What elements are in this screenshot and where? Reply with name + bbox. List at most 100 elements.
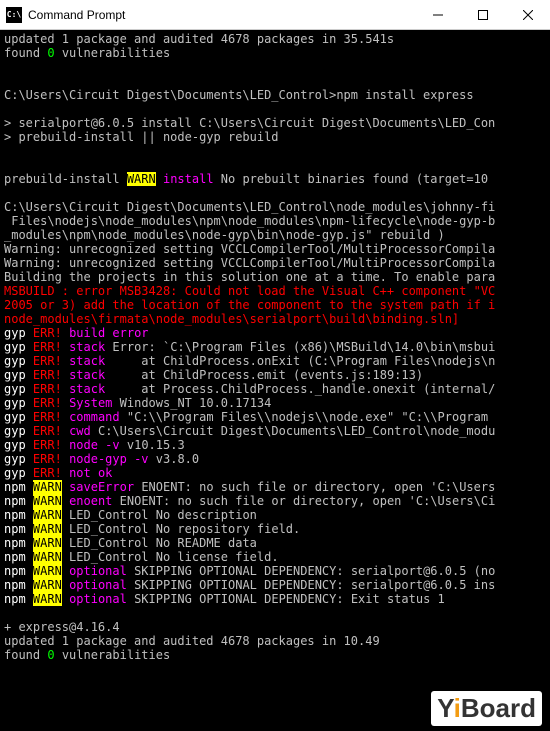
terminal-line: gyp ERR! stack at ChildProcess.emit (eve… [4,368,546,382]
terminal-segment [62,592,69,606]
terminal-segment [26,466,33,480]
terminal-line: 2005 or 3) add the location of the compo… [4,298,546,312]
terminal-segment: stack [69,354,105,368]
terminal-segment: gyp [4,354,26,368]
terminal-segment: ERR! [33,340,62,354]
terminal-line: npm WARN optional SKIPPING OPTIONAL DEPE… [4,578,546,592]
terminal-segment [62,424,69,438]
terminal-segment [4,186,11,200]
terminal-segment: ERR! [33,354,62,368]
terminal-segment: npm [4,592,26,606]
minimize-button[interactable] [415,0,460,29]
terminal-segment [26,396,33,410]
terminal-line: Warning: unrecognized setting VCCLCompil… [4,256,546,270]
close-button[interactable] [505,0,550,29]
terminal-segment: WARN [33,564,62,578]
terminal-segment: vulnerabilities [55,648,171,662]
terminal-line: npm WARN LED_Control No repository field… [4,522,546,536]
maximize-button[interactable] [460,0,505,29]
terminal-segment: updated 1 package and audited 4678 packa… [4,32,394,46]
window-title: Command Prompt [28,8,415,22]
terminal-segment [26,354,33,368]
terminal-segment: npm [4,494,26,508]
terminal-segment: node_modules\firmata\node_modules\serial… [4,312,459,326]
terminal-segment: optional [69,564,127,578]
terminal-segment: npm [4,550,26,564]
terminal-segment: vulnerabilities [55,46,171,60]
terminal-segment: > serialport@6.0.5 install C:\Users\Circ… [4,116,495,130]
terminal-segment: Warning: unrecognized setting VCCLCompil… [4,242,495,256]
terminal-segment: Warning: unrecognized setting VCCLCompil… [4,256,495,270]
terminal-segment: No prebuilt binaries found (target=10 [214,172,489,186]
terminal-segment: 0 [47,648,54,662]
terminal-output[interactable]: updated 1 package and audited 4678 packa… [0,30,550,664]
terminal-segment [26,480,33,494]
terminal-line: _modules\npm\node_modules\node-gyp\bin\n… [4,228,546,242]
terminal-segment: ERR! [33,368,62,382]
terminal-segment: + express@4.16.4 [4,620,120,634]
terminal-segment: at ChildProcess.onExit (C:\Program Files… [105,354,495,368]
terminal-segment [26,438,33,452]
terminal-line: npm WARN optional SKIPPING OPTIONAL DEPE… [4,564,546,578]
terminal-line: gyp ERR! node -v v10.15.3 [4,438,546,452]
terminal-segment: npm [4,536,26,550]
terminal-segment: Building the projects in this solution o… [4,270,495,284]
terminal-line: > serialport@6.0.5 install C:\Users\Circ… [4,116,546,130]
terminal-segment [62,410,69,424]
terminal-segment [26,368,33,382]
terminal-segment: LED_Control No description [62,508,257,522]
cmd-icon: C:\ [6,7,22,23]
terminal-line: gyp ERR! node-gyp -v v3.8.0 [4,452,546,466]
terminal-segment: gyp [4,410,26,424]
terminal-segment [62,564,69,578]
terminal-segment [62,452,69,466]
terminal-segment: C:\Users\Circuit Digest\Documents\LED_Co… [4,88,474,102]
terminal-segment: gyp [4,424,26,438]
terminal-segment: MSBUILD : error MSB3428: Could not load … [4,284,495,298]
terminal-segment: command [69,410,120,424]
terminal-line: found 0 vulnerabilities [4,648,546,662]
terminal-segment: prebuild-install [4,172,127,186]
terminal-segment: ERR! [33,466,62,480]
terminal-segment [62,480,69,494]
terminal-segment: updated 1 package and audited 4678 packa… [4,634,380,648]
terminal-segment: npm [4,578,26,592]
terminal-line: > prebuild-install || node-gyp rebuild [4,130,546,144]
terminal-segment [62,438,69,452]
terminal-segment: C:\Users\Circuit Digest\Documents\LED_Co… [4,200,495,214]
terminal-line: gyp ERR! System Windows_NT 10.0.17134 [4,396,546,410]
terminal-segment [26,564,33,578]
terminal-line: Files\nodejs\node_modules\npm\node_modul… [4,214,546,228]
terminal-segment [62,578,69,592]
terminal-segment: ENOENT: no such file or directory, open … [134,480,495,494]
terminal-segment [26,522,33,536]
terminal-segment: Files\nodejs\node_modules\npm\node_modul… [4,214,495,228]
terminal-segment: ERR! [33,424,62,438]
terminal-segment [26,452,33,466]
terminal-segment: stack [69,340,105,354]
terminal-segment: WARN [33,494,62,508]
terminal-line: updated 1 package and audited 4678 packa… [4,32,546,46]
terminal-segment: npm [4,564,26,578]
terminal-segment [62,340,69,354]
terminal-segment: Windows_NT 10.0.17134 [112,396,271,410]
terminal-segment [26,326,33,340]
terminal-line: prebuild-install WARN install No prebuil… [4,172,546,186]
terminal-segment: ERR! [33,438,62,452]
terminal-segment: 2005 or 3) add the location of the compo… [4,298,495,312]
terminal-segment [26,424,33,438]
terminal-line: gyp ERR! build error [4,326,546,340]
terminal-line [4,74,546,88]
terminal-line [4,158,546,172]
terminal-segment: gyp [4,326,26,340]
terminal-segment: LED_Control No license field. [62,550,279,564]
terminal-line [4,606,546,620]
terminal-segment: gyp [4,340,26,354]
terminal-line [4,102,546,116]
terminal-line: C:\Users\Circuit Digest\Documents\LED_Co… [4,88,546,102]
terminal-line [4,60,546,74]
terminal-line: Building the projects in this solution o… [4,270,546,284]
terminal-line: gyp ERR! stack Error: `C:\Program Files … [4,340,546,354]
terminal-segment: WARN [33,480,62,494]
terminal-segment [62,368,69,382]
